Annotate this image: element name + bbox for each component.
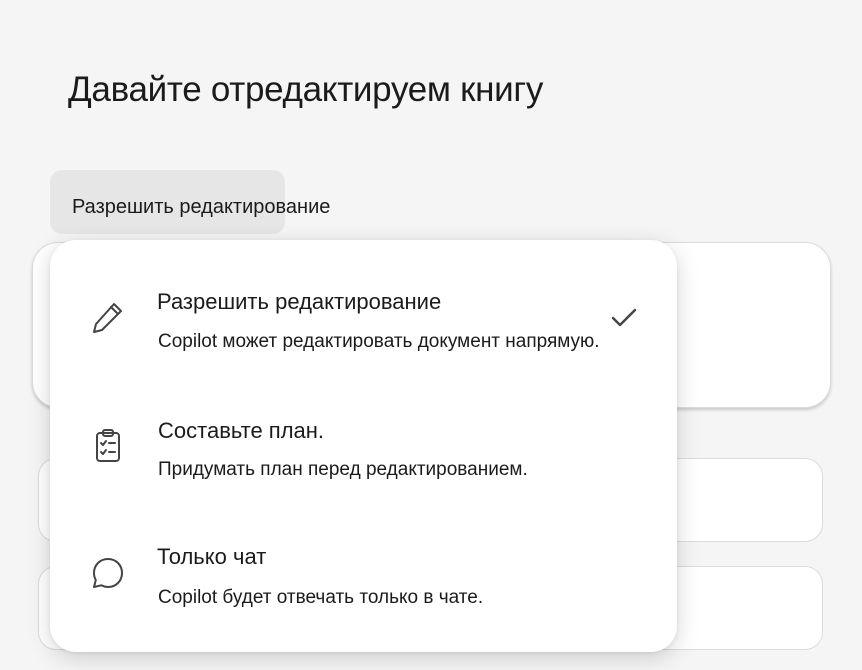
menu-item-title: Составьте план. (158, 418, 325, 443)
menu-item-description: Copilot может редактировать документ нап… (158, 331, 600, 352)
menu-item-title: Разрешить редактирование (157, 289, 442, 314)
pencil-icon (90, 299, 126, 335)
edit-mode-button[interactable]: Разрешить редактирование (50, 170, 330, 234)
edit-mode-menu: Разрешить редактирование Copilot может р… (50, 240, 677, 652)
edit-mode-button-label: Разрешить редактирование (72, 196, 331, 218)
checkmark-icon (610, 304, 638, 332)
chat-bubble-icon (90, 555, 126, 591)
page-title: Давайте отредактируем книгу (68, 70, 544, 109)
menu-item-description: Придумать план перед редактированием. (158, 459, 528, 480)
menu-item-allow-editing[interactable]: Разрешить редактирование Copilot может р… (50, 240, 677, 364)
menu-item-chat-only[interactable]: Только чат Copilot будет отвечать только… (50, 488, 677, 612)
menu-item-make-plan[interactable]: Составьте план. Придумать план перед ред… (50, 364, 677, 488)
menu-item-description: Copilot будет отвечать только в чате. (158, 587, 484, 608)
menu-item-title: Только чат (157, 544, 267, 569)
clipboard-checklist-icon (90, 427, 126, 463)
